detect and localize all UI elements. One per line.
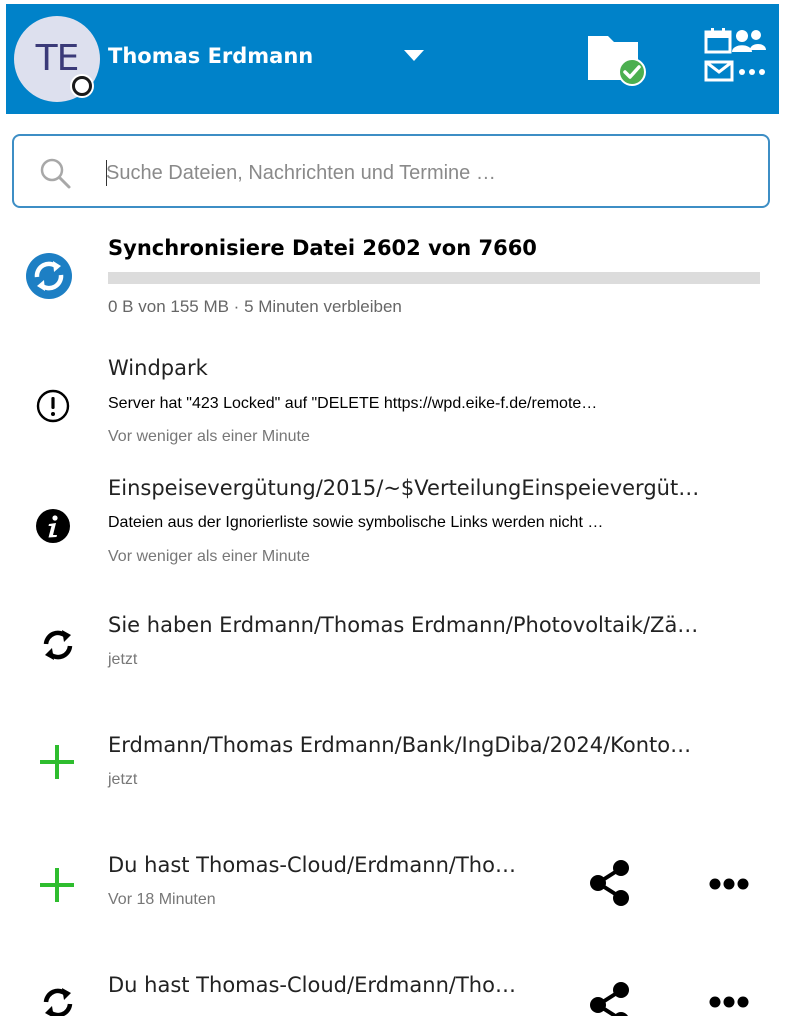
avatar[interactable]: TE — [14, 16, 100, 102]
activity-item[interactable]: Einspeisevergütung/2015/~$VerteilungEins… — [0, 470, 786, 580]
activity-title: Einspeisevergütung/2015/~$VerteilungEins… — [108, 476, 700, 500]
sync-status-title: Synchronisiere Datei 2602 von 7660 — [108, 236, 537, 260]
activity-title: Sie haben Erdmann/Thomas Erdmann/Photovo… — [108, 613, 699, 637]
sync-icon — [43, 988, 73, 1016]
sync-status-subtitle: 0 B von 155 MB · 5 Minuten verbleiben — [108, 297, 402, 316]
activity-time: Vor weniger als einer Minute — [108, 548, 310, 565]
activity-time: jetzt — [108, 651, 138, 668]
activity-list-scrollbar[interactable] — [778, 118, 784, 1008]
folder-sync-ok-icon[interactable] — [586, 30, 648, 86]
status-icon — [70, 74, 94, 98]
warning-icon — [36, 389, 70, 423]
activity-time: jetzt — [108, 771, 138, 788]
activity-item[interactable]: Erdmann/Thomas Erdmann/Bank/IngDiba/2024… — [0, 725, 786, 815]
activity-title: Erdmann/Thomas Erdmann/Bank/IngDiba/2024… — [108, 733, 692, 757]
plus-icon — [40, 745, 74, 779]
info-icon — [36, 509, 70, 543]
share-icon[interactable] — [586, 981, 634, 1016]
activity-title: Windpark — [108, 356, 208, 380]
activity-message: Dateien aus der Ignorierliste sowie symb… — [108, 514, 604, 531]
activity-item[interactable]: Sie haben Erdmann/Thomas Erdmann/Photovo… — [0, 605, 786, 695]
activity-title: Du hast Thomas-Cloud/Erdmann/Tho… — [108, 973, 516, 997]
search-icon — [40, 158, 71, 189]
sync-progress-icon — [26, 253, 72, 299]
activity-title: Du hast Thomas-Cloud/Erdmann/Tho… — [108, 853, 516, 877]
search-box[interactable] — [12, 134, 770, 208]
activity-item[interactable]: Du hast Thomas-Cloud/Erdmann/Tho… Vor 18… — [0, 845, 786, 945]
plus-icon — [40, 868, 74, 902]
apps-menu-icon[interactable] — [702, 26, 768, 84]
avatar-initials: TE — [35, 38, 80, 79]
sync-icon — [43, 630, 73, 660]
text-caret — [106, 160, 107, 186]
chevron-down-icon[interactable] — [404, 50, 424, 61]
activity-item[interactable]: Du hast Thomas-Cloud/Erdmann/Tho… — [0, 965, 786, 1016]
more-options-icon[interactable] — [704, 869, 754, 899]
activity-time: Vor 18 Minuten — [108, 891, 216, 908]
activity-message: Server hat "423 Locked" auf "DELETE http… — [108, 395, 598, 412]
share-icon[interactable] — [586, 859, 634, 907]
sync-progress-bar — [108, 272, 760, 284]
header-bar: TE Thomas Erdmann — [6, 4, 779, 114]
more-options-icon[interactable] — [704, 987, 754, 1016]
activity-time: Vor weniger als einer Minute — [108, 428, 310, 445]
activity-item[interactable]: Windpark Server hat "423 Locked" auf "DE… — [0, 350, 786, 460]
search-input[interactable] — [106, 158, 746, 188]
account-name[interactable]: Thomas Erdmann — [108, 44, 313, 68]
